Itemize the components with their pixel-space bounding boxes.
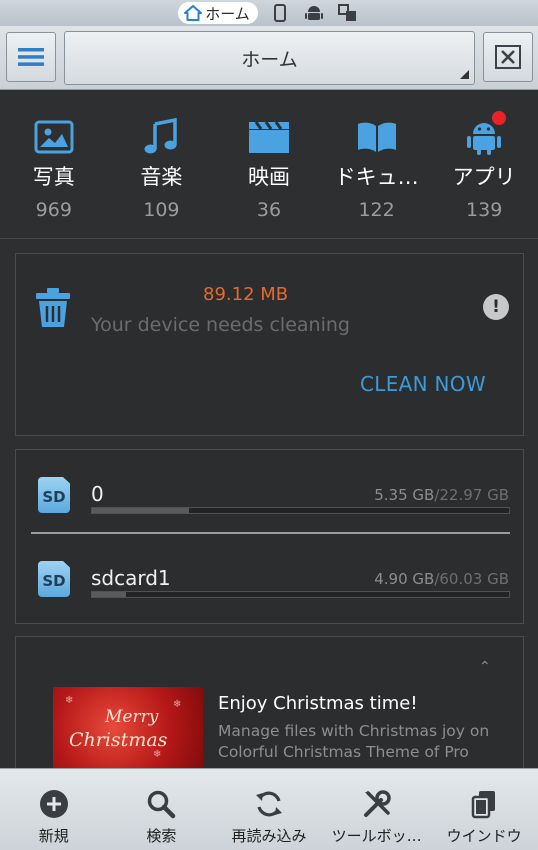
collapse-caret-icon[interactable]: ⌃ — [479, 659, 491, 675]
home-tab-label: ホーム — [205, 4, 250, 23]
cleaner-card: 89.12 MB Your device needs cleaning ! CL… — [15, 253, 524, 436]
music-note-icon — [139, 117, 183, 157]
snowflake-icon: ❄ — [173, 699, 182, 710]
storage-card: SD 0 5.35 GB/22.97 GB SD sdcard1 4.90 GB… — [15, 449, 524, 624]
category-count: 109 — [143, 199, 180, 221]
christmas-promo-image: ❄ ❄ ❄ Merry Christmas — [53, 687, 203, 777]
sd-card-icon: SD — [38, 477, 70, 513]
storage-usage-bar — [91, 507, 510, 514]
storage-size: 5.35 GB/22.97 GB — [374, 486, 509, 504]
toolbox-button[interactable]: ツールボッ… — [323, 769, 431, 850]
storage-used: 5.35 GB — [374, 486, 435, 504]
android-icon[interactable] — [302, 2, 326, 24]
promo-description: Manage files with Christmas joy on Color… — [218, 722, 490, 761]
phone-icon[interactable] — [268, 2, 292, 24]
storage-size: 4.90 GB/60.03 GB — [374, 570, 509, 588]
home-tab[interactable]: ホーム — [178, 2, 258, 24]
category-label: 写真 — [32, 165, 75, 189]
bottom-action-bar: 新規 検索 再読み込み ツールボッ… ウインドウ — [0, 768, 538, 850]
search-label: 検索 — [146, 827, 177, 845]
storage-usage-bar — [91, 591, 510, 598]
storage-name: sdcard1 — [91, 566, 171, 590]
category-documents[interactable]: ドキュ… 122 — [323, 91, 431, 238]
category-label: アプリ — [452, 165, 516, 189]
storage-usage-fill — [92, 508, 190, 513]
storage-usage-fill — [92, 592, 127, 597]
category-count: 969 — [35, 199, 72, 221]
hamburger-menu-icon — [18, 48, 44, 66]
window-tab-strip: ホーム — [0, 0, 538, 26]
info-icon[interactable]: ! — [483, 294, 509, 320]
new-label: 新規 — [38, 827, 69, 845]
trash-icon — [36, 288, 70, 327]
clean-now-button[interactable]: CLEAN NOW — [360, 372, 486, 396]
location-title-dropdown[interactable]: ホーム — [64, 31, 475, 85]
junk-size: 89.12 MB — [203, 284, 289, 305]
category-count: 122 — [358, 199, 395, 221]
close-button[interactable] — [483, 32, 533, 82]
cleaning-message: Your device needs cleaning — [91, 314, 350, 336]
category-movies[interactable]: 映画 36 — [215, 91, 323, 238]
page-title: ホーム — [241, 48, 298, 71]
image-icon — [32, 117, 76, 157]
category-shortcuts: 写真 969 音楽 109 映画 36 ドキュ… 122 アプリ 139 — [0, 91, 538, 239]
windows-button[interactable]: ウインドウ — [430, 769, 538, 850]
refresh-icon — [252, 787, 286, 821]
windows-icon — [467, 787, 501, 821]
promo-card[interactable]: ⌃ ❄ ❄ ❄ Merry Christmas Enjoy Christmas … — [15, 636, 524, 777]
storage-name: 0 — [91, 482, 104, 506]
category-count: 36 — [256, 199, 282, 221]
search-button[interactable]: 検索 — [108, 769, 216, 850]
menu-button[interactable] — [6, 32, 56, 82]
toolbar: ホーム — [0, 26, 538, 90]
tools-icon — [360, 787, 394, 821]
plus-circle-icon — [37, 787, 71, 821]
home-icon — [184, 5, 203, 21]
devices-icon[interactable] — [336, 2, 360, 24]
storage-total: /60.03 GB — [434, 570, 509, 588]
film-clapper-icon — [247, 117, 291, 157]
storage-total: /22.97 GB — [434, 486, 509, 504]
new-button[interactable]: 新規 — [0, 769, 108, 850]
category-photos[interactable]: 写真 969 — [0, 91, 108, 238]
category-music[interactable]: 音楽 109 — [108, 91, 216, 238]
search-icon — [144, 787, 178, 821]
category-label: 音楽 — [140, 165, 183, 189]
dropdown-corner-icon — [460, 70, 469, 79]
close-x-icon — [495, 45, 521, 69]
category-label: 映画 — [247, 165, 290, 189]
storage-row-internal[interactable]: SD 0 5.35 GB/22.97 GB — [16, 450, 523, 530]
refresh-label: 再読み込み — [231, 827, 307, 845]
category-count: 139 — [466, 199, 503, 221]
promo-title: Enjoy Christmas time! — [218, 693, 418, 714]
toolbox-label: ツールボッ… — [331, 827, 422, 845]
refresh-button[interactable]: 再読み込み — [215, 769, 323, 850]
promo-image-text: Merry — [105, 707, 159, 727]
category-label: ドキュ… — [334, 165, 419, 189]
category-apps[interactable]: アプリ 139 — [430, 91, 538, 238]
promo-image-text: Christmas — [69, 729, 168, 751]
sd-card-icon: SD — [38, 561, 70, 597]
book-icon — [355, 117, 399, 157]
storage-row-sdcard1[interactable]: SD sdcard1 4.90 GB/60.03 GB — [16, 534, 523, 614]
storage-used: 4.90 GB — [374, 570, 435, 588]
windows-label: ウインドウ — [446, 827, 522, 845]
snowflake-icon: ❄ — [65, 695, 74, 706]
